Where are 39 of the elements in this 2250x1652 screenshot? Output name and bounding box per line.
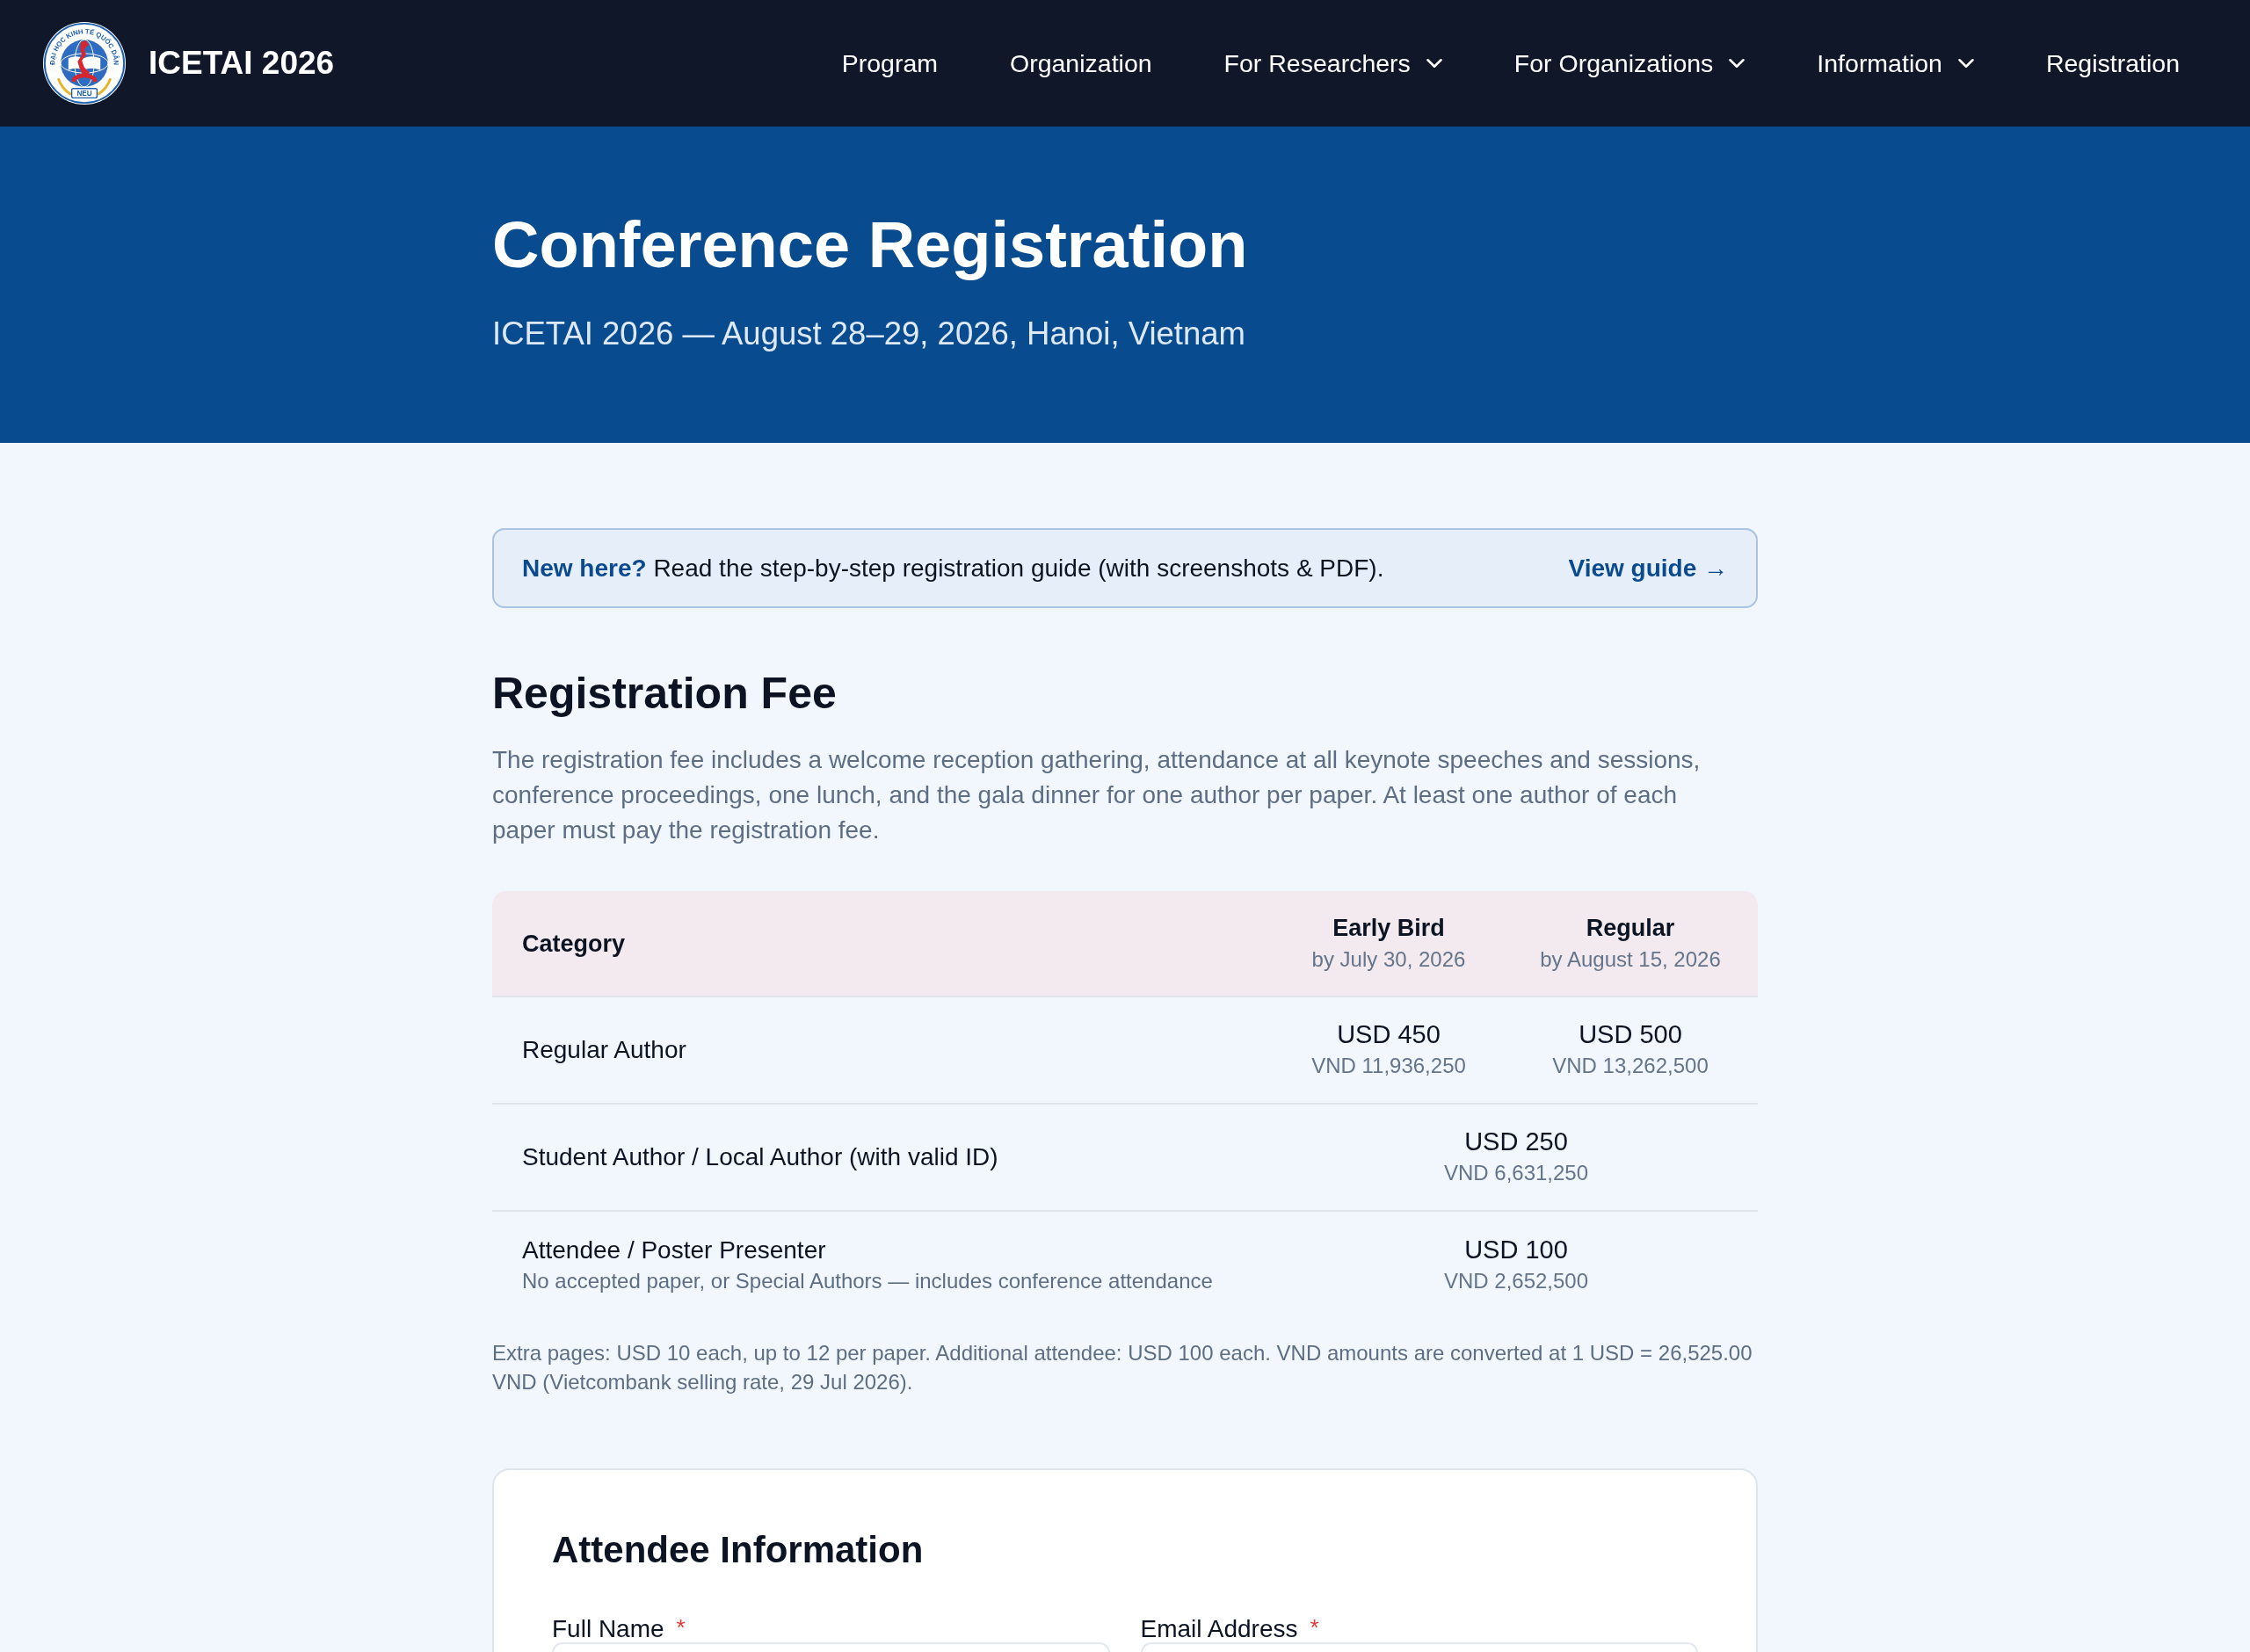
guide-message: New here? Read the step-by-step registration guide (with screenshots & PDF). bbox=[522, 554, 1384, 583]
nav-link[interactable]: Program bbox=[841, 48, 938, 78]
section-heading: Registration Fee bbox=[492, 668, 838, 720]
page-title: Conference Registration bbox=[492, 207, 1249, 283]
page-subtitle: ICETAI 2026 — August 28–29, 2026, Hanoi, Vietnam bbox=[492, 315, 1246, 353]
nav-link[interactable]: Registration bbox=[2045, 48, 2180, 78]
column-deadline: by August 15, 2026 bbox=[1540, 946, 1721, 973]
price-vnd: VND 2,652,500 bbox=[1443, 1268, 1589, 1294]
required-mark: * bbox=[1310, 1616, 1319, 1639]
field-label: Full Name bbox=[552, 1616, 664, 1642]
nav-link[interactable]: For Organizations bbox=[1513, 48, 1746, 78]
price-usd: USD 250 bbox=[1464, 1127, 1568, 1157]
column-header: Category bbox=[522, 929, 626, 959]
form-heading: Attendee Information bbox=[552, 1528, 925, 1572]
chevron-down-icon bbox=[1957, 59, 1974, 68]
nav-link[interactable]: For Researchers bbox=[1223, 48, 1442, 78]
nav-link[interactable]: Information bbox=[1817, 48, 1974, 78]
fee-footnote: Extra pages: USD 10 each, up to 12 per paper. Additional attendee: USD 100 each. VND amounts are converted at 1 USD = 26,525.00 VND (Vietcombank selling rate, 29 Jul 2026). bbox=[492, 1340, 1753, 1395]
chevron-down-icon bbox=[1426, 59, 1442, 68]
price-usd: USD 500 bbox=[1579, 1019, 1682, 1050]
required-mark: * bbox=[676, 1616, 686, 1639]
column-header: Early Bird bbox=[1332, 913, 1445, 943]
price-vnd: VND 13,262,500 bbox=[1552, 1053, 1709, 1079]
column-deadline: by July 30, 2026 bbox=[1311, 946, 1466, 973]
chevron-down-icon bbox=[1729, 59, 1746, 68]
view-guide-link[interactable]: View guide → bbox=[1568, 554, 1728, 583]
price-vnd: VND 6,631,250 bbox=[1443, 1160, 1589, 1186]
price-usd: USD 100 bbox=[1464, 1235, 1568, 1265]
price-usd: USD 450 bbox=[1337, 1019, 1441, 1050]
site-title: ICETAI 2026 bbox=[149, 45, 335, 82]
price-vnd: VND 11,936,250 bbox=[1311, 1053, 1466, 1079]
category-name: Student Author / Local Author (with valid ID) bbox=[522, 1142, 998, 1172]
category-name: Regular Author bbox=[522, 1035, 686, 1065]
column-header: Regular bbox=[1586, 913, 1675, 943]
field-label: Email Address bbox=[1140, 1616, 1298, 1642]
category-detail: No accepted paper, or Special Authors — includes conference attendance bbox=[522, 1268, 1213, 1294]
fee-description: The registration fee includes a welcome reception gathering, attendance at all keynote speeches and sessions, conference proceedings, one lunch, and the gala dinner for one author per paper. At least one author of each paper must pay the registration fee. bbox=[492, 745, 1702, 845]
category-name: Attendee / Poster Presenter bbox=[522, 1235, 826, 1265]
nav-link[interactable]: Organization bbox=[1010, 48, 1152, 78]
